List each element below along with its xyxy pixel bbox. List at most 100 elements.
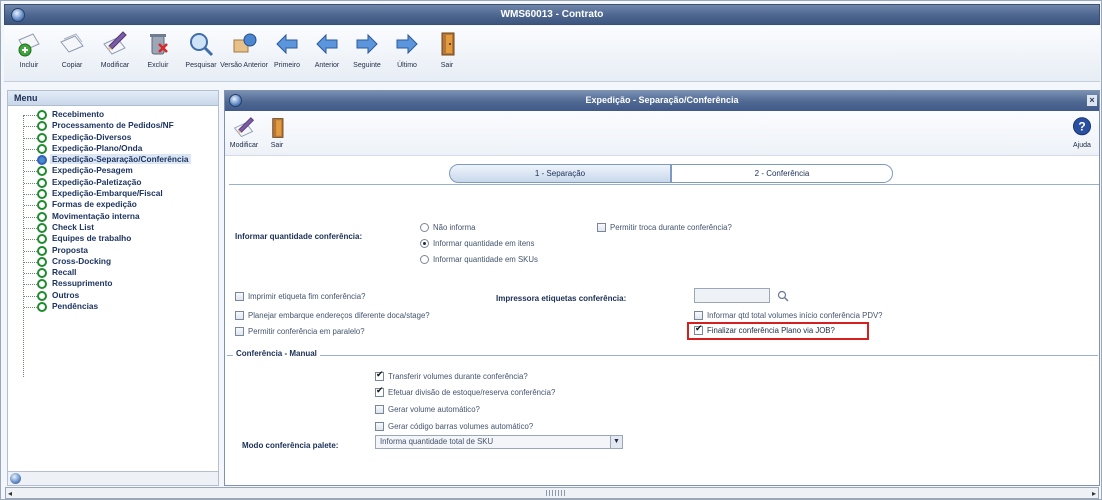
excluir-button[interactable]: Excluir [138,28,178,80]
menu-item-recall[interactable]: Recall [10,267,216,279]
checkbox-informar-qtd-total[interactable]: Informar qtd total volumes início confer… [694,310,883,321]
menu-title: Menu [8,91,218,106]
scroll-grip[interactable] [546,490,566,496]
impressora-input[interactable] [694,288,770,303]
informar-quantidade-label: Informar quantidade conferência: [235,232,363,241]
menu-item-movimentacao-interna[interactable]: Movimentação interna [10,211,216,222]
menu-item-expedicao-separacao-conferencia[interactable]: Expedição-Separação/Conferência [10,154,216,166]
menu-node-icon [37,177,47,188]
title-bar: WMS60013 - Contrato [4,4,1100,25]
edit-pencil-icon [103,31,127,55]
menu-node-icon [37,302,47,313]
checkbox-divisao-estoque[interactable]: Efetuar divisão de estoque/reserva confe… [375,386,555,398]
checkbox-icon [597,223,606,232]
checkbox-planejar-embarque[interactable]: Planejar embarque endereços diferente do… [235,310,430,321]
scroll-left-icon[interactable]: ◂ [8,489,12,498]
main-toolbar: Incluir Copiar Modificar Excluir Pesquis… [4,26,1100,82]
menu-node-icon [37,279,47,290]
menu-item-expedicao-embarque-fiscal[interactable]: Expedição-Embarque/Fiscal [10,188,216,200]
checkbox-icon [375,422,384,431]
versao-anterior-label: Versão Anterior [220,62,268,69]
checkbox-icon [235,311,244,320]
radio-button-icon [420,223,429,232]
versao-anterior-button[interactable]: Versão Anterior [220,28,268,80]
anterior-button[interactable]: Anterior [307,28,347,80]
menu-item-expedicao-paletizacao[interactable]: Expedição-Paletização [10,177,216,188]
menu-node-icon [37,290,47,301]
ultimo-button[interactable]: Último [387,28,427,80]
modo-conferencia-select[interactable]: Informa quantidade total de SKU ▼ [375,435,623,449]
menu-footer [8,471,218,485]
menu-node-icon [37,121,47,132]
checkbox-icon [235,292,244,301]
exit-door-icon [441,32,455,56]
radio-button-icon [420,255,429,264]
checkbox-transferir-volumes[interactable]: Transferir volumes durante conferência? [375,370,528,382]
menu-item-expedicao-pesagem[interactable]: Expedição-Pesagem [10,165,216,177]
checkbox-icon [694,311,703,320]
previous-arrow-icon [316,33,338,55]
first-arrow-icon [276,33,298,55]
manual-group-title: Conferência - Manual [233,349,320,358]
version-icon [233,33,257,53]
search-icon[interactable] [777,290,789,302]
checkbox-gerar-codigo-barras[interactable]: Gerar código barras volumes automático? [375,421,533,432]
trash-icon [150,34,168,55]
incluir-label: Incluir [19,62,39,69]
copiar-button[interactable]: Copiar [52,28,92,80]
menu-node-icon [37,211,47,222]
menu-item-ressuprimento[interactable]: Ressuprimento [10,278,216,290]
menu-item-outros[interactable]: Outros [10,290,216,301]
menu-node-icon [37,189,47,200]
menu-node-icon [37,256,47,267]
checkbox-icon [375,405,384,414]
menu-item-processamento-pedidos[interactable]: Processamento de Pedidos/NF [10,120,216,132]
search-icon [190,33,214,57]
checkbox-finalizar-job[interactable]: Finalizar conferência Plano via JOB? [694,324,835,336]
menu-node-icon [37,234,47,245]
scroll-right-icon[interactable]: ▸ [1092,489,1096,498]
pesquisar-button[interactable]: Pesquisar [181,28,221,80]
next-arrow-icon [356,33,378,55]
checkbox-icon [235,327,244,336]
menu-node-icon [37,155,47,166]
checkbox-icon [375,370,384,381]
menu-node-icon [37,166,47,177]
radio-quantidade-skus[interactable]: Informar quantidade em SKUs [420,254,538,265]
menu-node-icon [37,132,47,143]
window-title: WMS60013 - Contrato [500,9,604,20]
menu-item-check-list[interactable]: Check List [10,222,216,233]
impressora-label: Impressora etiquetas conferência: [496,294,627,303]
menu-item-expedicao-diversos[interactable]: Expedição-Diversos [10,132,216,143]
menu-node-icon [37,200,47,211]
menu-item-expedicao-plano-onda[interactable]: Expedição-Plano/Onda [10,143,216,154]
radio-nao-informa[interactable]: Não informa [420,222,475,233]
checkbox-permitir-paralelo[interactable]: Permitir conferência em paralelo? [235,326,365,337]
application-window: WMS60013 - Contrato Incluir Copiar Modif… [0,0,1102,500]
checkbox-imprimir-etiqueta[interactable]: Imprimir etiqueta fim conferência? [235,291,365,302]
menu-item-recebimento[interactable]: Recebimento [10,109,216,120]
modo-conferencia-value: Informa quantidade total de SKU [380,437,494,446]
seguinte-button[interactable]: Seguinte [347,28,387,80]
primeiro-button[interactable]: Primeiro [267,28,307,80]
menu-item-equipes-trabalho[interactable]: Equipes de trabalho [10,233,216,245]
sair-button[interactable]: Sair [427,28,467,80]
sair-label: Sair [440,62,454,69]
chevron-down-icon[interactable]: ▼ [610,436,622,448]
incluir-button[interactable]: Incluir [9,28,49,80]
checkbox-gerar-volume[interactable]: Gerar volume automático? [375,404,480,415]
checkbox-icon [375,386,384,397]
menu-tree: Recebimento Processamento de Pedidos/NF … [10,109,216,377]
horizontal-scrollbar[interactable]: ◂ ▸ [5,487,1099,499]
menu-item-pendencias[interactable]: Pendências [10,301,216,313]
menu-node-icon [37,143,47,154]
modificar-button[interactable]: Modificar [95,28,135,80]
menu-item-formas-expedicao[interactable]: Formas de expedição [10,199,216,211]
checkbox-permitir-troca[interactable]: Permitir troca durante conferência? [597,222,732,233]
manual-group-frame [227,355,1098,480]
radio-quantidade-itens[interactable]: Informar quantidade em itens [420,238,534,249]
menu-item-proposta[interactable]: Proposta [10,245,216,256]
checkbox-icon [694,324,703,335]
menu-item-cross-docking[interactable]: Cross-Docking [10,256,216,267]
radio-button-icon [420,239,429,248]
